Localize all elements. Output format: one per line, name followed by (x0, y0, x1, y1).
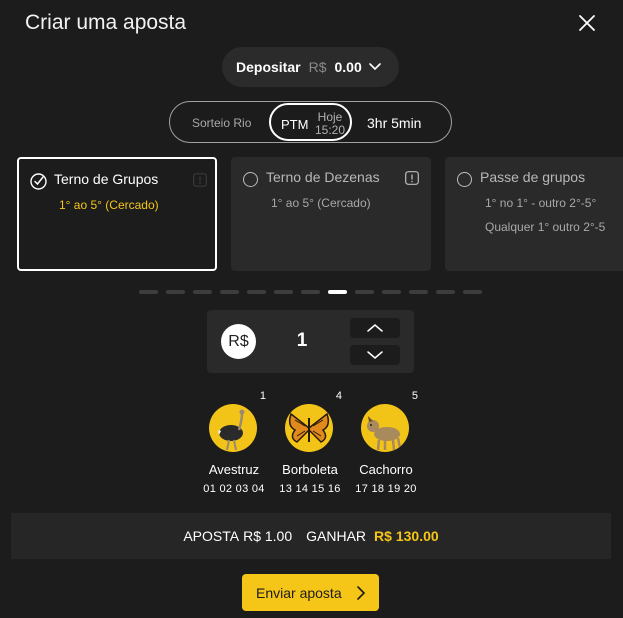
decrease-button[interactable] (350, 345, 400, 365)
pagination-dot[interactable] (301, 290, 320, 294)
pagination-dot[interactable] (193, 290, 212, 294)
pagination-dot[interactable] (382, 290, 401, 294)
lottery-selector[interactable]: Sorteio Rio PTM Hoje 15:20 3hr 5min (169, 101, 452, 143)
radio-button[interactable] (457, 172, 472, 187)
check-circle-icon (30, 173, 47, 190)
draw-day: Hoje (317, 110, 343, 124)
animal-name: Borboleta (282, 462, 338, 477)
bet-type-name: Terno de Dezenas (266, 169, 380, 185)
draw-name: PTM (281, 117, 309, 132)
pagination-dot[interactable] (220, 290, 239, 294)
animal-name: Cachorro (359, 462, 413, 477)
win-label: GANHAR (306, 528, 367, 544)
butterfly-icon (285, 404, 333, 452)
stake-control: R$ 1 (207, 310, 414, 373)
pagination-dot[interactable] (328, 290, 347, 294)
deposit-button[interactable]: Depositar R$ 0.00 (222, 47, 399, 87)
page-title: Criar uma aposta (25, 11, 187, 34)
group-number: 1 (259, 390, 266, 402)
carousel-pagination (139, 290, 482, 294)
balance-currency: R$ (308, 59, 327, 75)
animal-numbers: 01 02 03 04 (203, 483, 265, 495)
radio-button[interactable] (243, 172, 258, 187)
pagination-dot[interactable] (463, 290, 482, 294)
draw-datetime: Hoje 15:20 (315, 111, 345, 137)
pagination-dot[interactable] (274, 290, 293, 294)
bet-type-name: Passe de grupos (480, 169, 586, 185)
deposit-label: Depositar (236, 59, 301, 75)
bet-value: R$ 1.00 (243, 528, 293, 544)
increase-button[interactable] (350, 318, 400, 338)
win-value: R$ 130.00 (374, 528, 439, 544)
pagination-dot[interactable] (436, 290, 455, 294)
pagination-dot[interactable] (355, 290, 374, 294)
bet-type-description: 1° ao 5° (Cercado) (271, 196, 371, 210)
bet-type-description: 1° ao 5° (Cercado) (59, 198, 159, 212)
bet-type-name: Terno de Grupos (54, 171, 159, 187)
bet-label: APOSTA (183, 528, 240, 544)
info-icon[interactable] (193, 173, 207, 187)
stake-amount[interactable]: 1 (287, 330, 317, 352)
animal-name: Avestruz (208, 462, 260, 477)
chevron-down-icon (367, 351, 383, 359)
time-remaining: 3hr 5min (367, 115, 422, 131)
bet-type-description: 1° no 1° - outro 2°-5° (485, 196, 597, 210)
bet-type-card-passe-grupos[interactable]: Passe de grupos 1° no 1° - outro 2°-5° Q… (445, 157, 623, 271)
bet-type-card-terno-grupos[interactable]: Terno de Grupos 1° ao 5° (Cercado) (17, 157, 217, 271)
pagination-dot[interactable] (247, 290, 266, 294)
submit-label: Enviar aposta (256, 584, 342, 601)
animal-numbers: 13 14 15 16 (279, 483, 341, 495)
bet-type-card-terno-dezenas[interactable]: Terno de Dezenas 1° ao 5° (Cercado) (231, 157, 431, 271)
chevron-down-icon (368, 63, 381, 71)
bet-summary: APOSTA R$ 1.00 GANHAR R$ 130.00 (11, 513, 611, 559)
close-icon[interactable] (577, 13, 597, 33)
submit-bet-button[interactable]: Enviar aposta (242, 574, 379, 611)
bet-type-description-2: Qualquer 1° outro 2°-5 (485, 220, 606, 234)
pagination-dot[interactable] (166, 290, 185, 294)
dog-icon (361, 404, 409, 452)
ostrich-icon (209, 404, 257, 452)
group-number: 5 (411, 390, 418, 402)
info-icon[interactable] (405, 171, 419, 185)
chevron-up-icon (367, 324, 383, 332)
pagination-dot[interactable] (139, 290, 158, 294)
lottery-name: Sorteio Rio (192, 116, 252, 130)
draw-time: 15:20 (315, 123, 346, 137)
animal-numbers: 17 18 19 20 (355, 483, 417, 495)
draw-pill[interactable]: PTM Hoje 15:20 (269, 103, 352, 141)
balance-value: 0.00 (334, 59, 362, 75)
group-number: 4 (335, 390, 342, 402)
pagination-dot[interactable] (409, 290, 428, 294)
currency-coin-icon: R$ (221, 324, 256, 359)
chevron-right-icon (356, 585, 365, 600)
